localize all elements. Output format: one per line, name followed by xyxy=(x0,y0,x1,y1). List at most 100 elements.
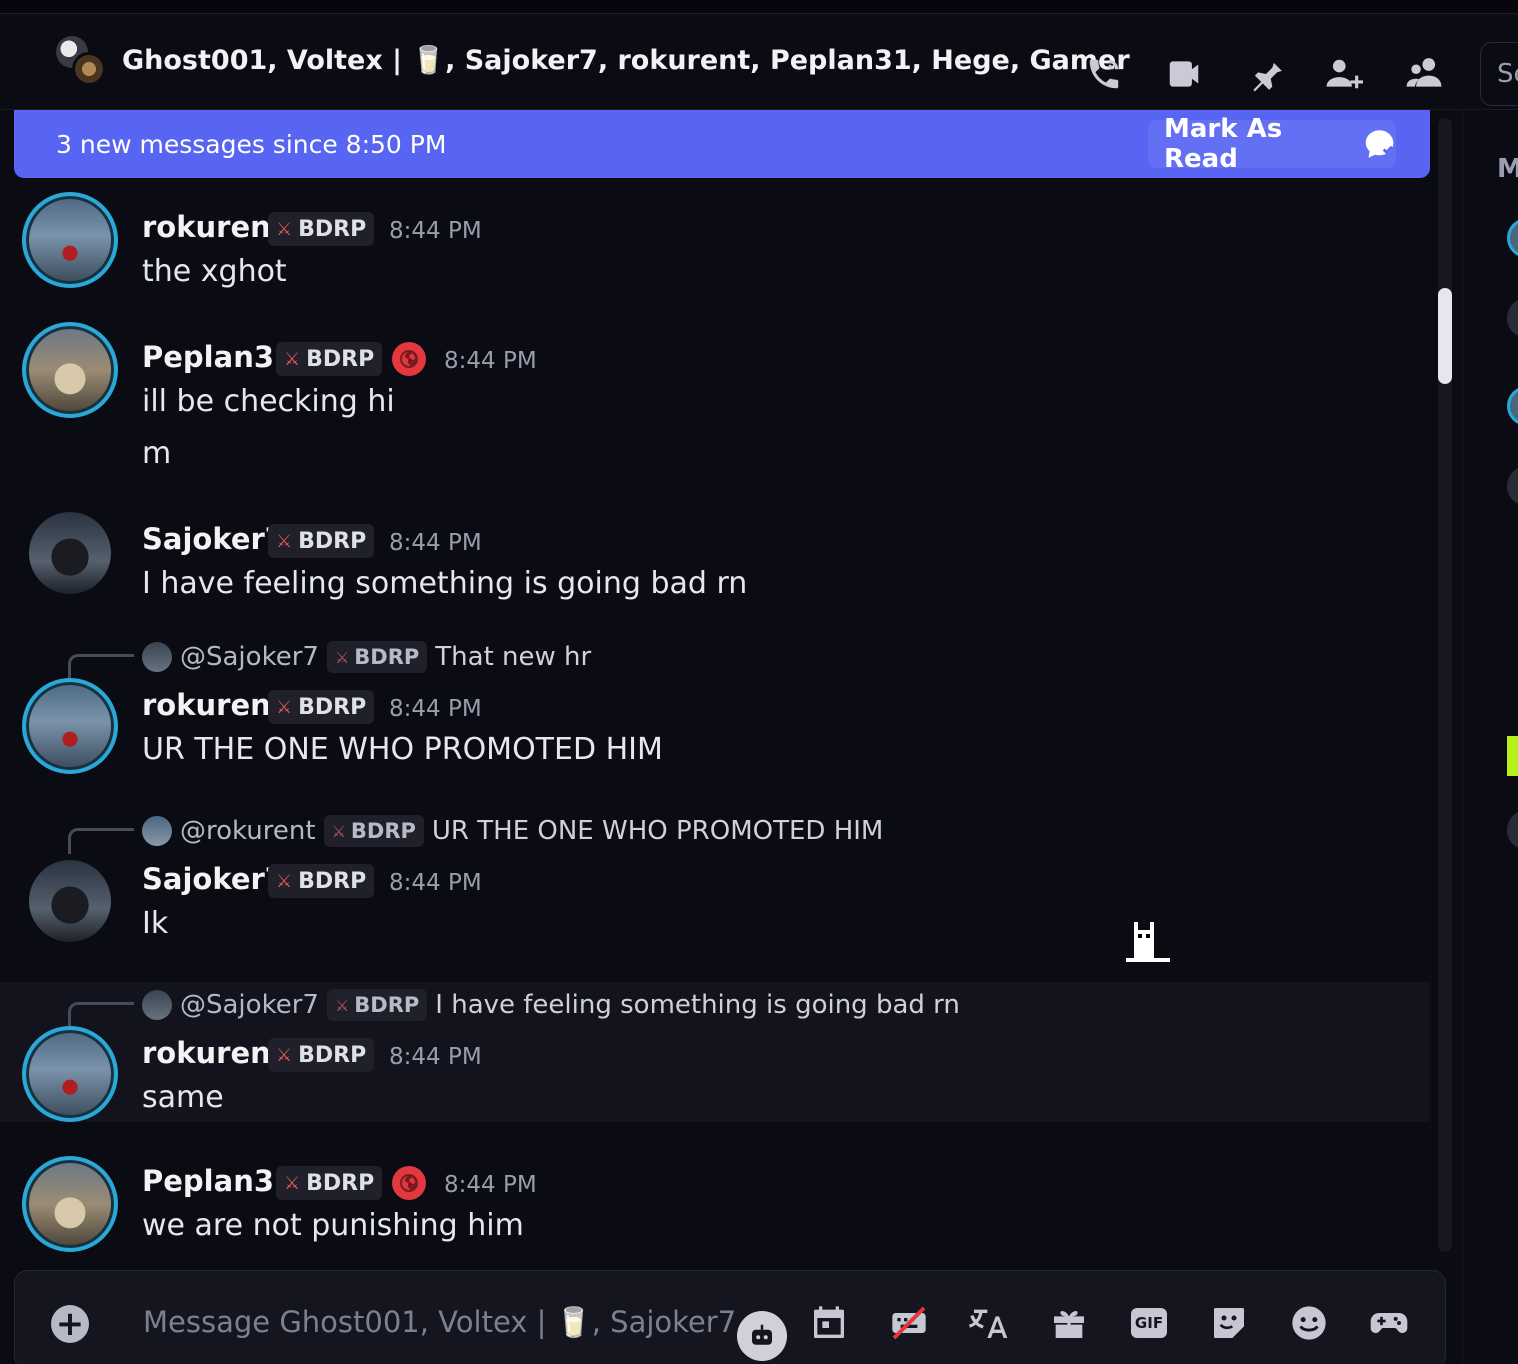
search-input[interactable]: Se xyxy=(1480,42,1518,106)
server-tag-label: BDRP xyxy=(354,993,420,1017)
add-friends-to-dm-icon[interactable] xyxy=(1324,54,1364,94)
globe-badge-icon[interactable] xyxy=(392,1166,426,1200)
reply-preview[interactable]: @Sajoker7 ⚔ BDRP I have feeling something… xyxy=(142,988,960,1022)
member-avatar-highlight[interactable] xyxy=(1507,736,1518,776)
message-timestamp: 8:44 PM xyxy=(389,530,482,556)
message-timestamp: 8:44 PM xyxy=(389,870,482,896)
activities-gamepad-icon[interactable] xyxy=(1367,1301,1411,1345)
sword-icon: ⚔ xyxy=(276,1044,293,1066)
avatar-sajoker7[interactable] xyxy=(29,860,111,942)
mark-as-read-button[interactable]: Mark As Read xyxy=(1148,114,1396,174)
member-avatar[interactable] xyxy=(1507,810,1518,850)
member-avatar[interactable] xyxy=(1507,298,1518,338)
message-author[interactable]: rokurent xyxy=(142,210,285,244)
gif-label: GIF xyxy=(1131,1308,1167,1338)
member-avatar[interactable] xyxy=(1507,218,1518,258)
server-tag-label: BDRP xyxy=(298,528,367,554)
emoji-icon[interactable] xyxy=(1287,1301,1331,1345)
message-timestamp: 8:44 PM xyxy=(444,1172,537,1198)
sword-icon: ⚔ xyxy=(284,1172,301,1194)
keyboard-off-icon[interactable] xyxy=(887,1301,931,1345)
app-bot-icon[interactable] xyxy=(737,1311,787,1361)
message-text-continued: m xyxy=(142,436,172,471)
globe-badge-icon[interactable] xyxy=(392,342,426,376)
server-tag[interactable]: ⚔ BDRP xyxy=(268,524,375,558)
server-tag[interactable]: ⚔ BDRP xyxy=(268,212,375,246)
member-avatar[interactable] xyxy=(1507,386,1518,426)
channel-title[interactable]: Ghost001, Voltex | 🥛, Sajoker7, rokurent… xyxy=(122,44,1130,76)
message-item[interactable]: Sajoker7 ⚔ BDRP 8:44 PM I have feeling so… xyxy=(0,500,1430,610)
message-text: the xghot xyxy=(142,254,287,289)
sword-icon: ⚔ xyxy=(331,821,346,841)
message-text: I have feeling something is going bad rn xyxy=(142,566,748,601)
reply-text: I have feeling something is going bad rn xyxy=(435,990,960,1020)
server-tag[interactable]: ⚔ BDRP xyxy=(276,342,383,376)
message-item[interactable]: rokurent ⚔ BDRP 8:44 PM the xghot xyxy=(0,188,1430,298)
gif-button[interactable]: GIF xyxy=(1127,1301,1171,1345)
reply-server-tag: ⚔ BDRP xyxy=(326,989,428,1021)
message-item[interactable]: @rokurent ⚔ BDRP UR THE ONE WHO PROMOTED … xyxy=(0,808,1430,958)
avatar-sajoker7[interactable] xyxy=(29,512,111,594)
message-timestamp: 8:44 PM xyxy=(389,696,482,722)
pin-icon[interactable] xyxy=(1246,54,1286,94)
message-item[interactable]: Peplan31 ⚔ BDRP 8:44 PM ill be checking h… xyxy=(0,318,1430,478)
mark-as-read-label: Mark As Read xyxy=(1164,114,1283,174)
voice-call-icon[interactable] xyxy=(1084,54,1124,94)
group-avatar-secondary xyxy=(72,52,106,86)
message-composer[interactable]: + Message Ghost001, Voltex | 🥛, Sajoker7… xyxy=(14,1270,1446,1364)
server-tag-label: BDRP xyxy=(298,868,367,894)
message-author[interactable]: Peplan31 xyxy=(142,340,294,374)
avatar-rokurent[interactable] xyxy=(22,192,118,288)
reply-preview[interactable]: @Sajoker7 ⚔ BDRP That new hr xyxy=(142,640,591,674)
member-avatar[interactable] xyxy=(1507,466,1518,506)
attach-plus-button[interactable]: + xyxy=(51,1305,89,1343)
server-tag[interactable]: ⚔ BDRP xyxy=(268,864,375,898)
sword-icon: ⚔ xyxy=(276,696,293,718)
message-timestamp: 8:44 PM xyxy=(444,348,537,374)
server-tag-label: BDRP xyxy=(298,694,367,720)
server-tag[interactable]: ⚔ BDRP xyxy=(276,1166,383,1200)
avatar-rokurent[interactable] xyxy=(22,1026,118,1122)
pixel-cat-icon xyxy=(1126,922,1170,962)
calendar-icon[interactable] xyxy=(807,1301,851,1345)
avatar-rokurent[interactable] xyxy=(22,678,118,774)
server-tag-label: BDRP xyxy=(350,819,416,843)
reply-spine xyxy=(68,1002,134,1028)
message-timestamp: 8:44 PM xyxy=(389,218,482,244)
message-author[interactable]: rokurent xyxy=(142,1036,285,1070)
reply-author[interactable]: @rokurent xyxy=(180,816,316,846)
message-item[interactable]: @Sajoker7 ⚔ BDRP That new hr rokurent ⚔ BD… xyxy=(0,634,1430,784)
channel-header: Ghost001, Voltex | 🥛, Sajoker7, rokurent… xyxy=(0,14,1518,110)
message-item-hovered[interactable]: @Sajoker7 ⚔ BDRP I have feeling something… xyxy=(0,982,1430,1122)
server-tag-label: BDRP xyxy=(306,346,375,372)
reply-author[interactable]: @Sajoker7 xyxy=(180,642,319,672)
sword-icon: ⚔ xyxy=(276,530,293,552)
video-call-icon[interactable] xyxy=(1164,54,1204,94)
window-top-strip xyxy=(0,0,1518,14)
message-text: Ik xyxy=(142,906,169,941)
server-tag-label: BDRP xyxy=(298,1042,367,1068)
message-author[interactable]: Sajoker7 xyxy=(142,862,285,896)
reply-server-tag: ⚔ BDRP xyxy=(326,641,428,673)
message-scrollbar-thumb[interactable] xyxy=(1438,288,1452,384)
message-author[interactable]: Peplan31 xyxy=(142,1164,294,1198)
avatar-peplan31[interactable] xyxy=(22,1156,118,1252)
server-tag-label: BDRP xyxy=(306,1170,375,1196)
reply-spine xyxy=(68,654,134,680)
gift-icon[interactable] xyxy=(1047,1301,1091,1345)
new-messages-banner[interactable]: 3 new messages since 8:50 PM Mark As Rea… xyxy=(14,110,1430,178)
reply-author[interactable]: @Sajoker7 xyxy=(180,990,319,1020)
sticker-icon[interactable] xyxy=(1207,1301,1251,1345)
reply-avatar xyxy=(142,816,172,846)
avatar-peplan31[interactable] xyxy=(22,322,118,418)
reply-server-tag: ⚔ BDRP xyxy=(323,815,424,847)
reply-preview[interactable]: @rokurent ⚔ BDRP UR THE ONE WHO PROMOTED … xyxy=(142,814,883,848)
message-item[interactable]: Peplan31 ⚔ BDRP 8:44 PM we are not punish… xyxy=(0,1152,1430,1262)
server-tag[interactable]: ⚔ BDRP xyxy=(268,690,375,724)
translate-icon[interactable] xyxy=(967,1301,1011,1345)
message-author[interactable]: rokurent xyxy=(142,688,285,722)
message-author[interactable]: Sajoker7 xyxy=(142,522,285,556)
server-tag[interactable]: ⚔ BDRP xyxy=(268,1038,375,1072)
member-list-icon[interactable] xyxy=(1404,54,1444,94)
message-input[interactable]: Message Ghost001, Voltex | 🥛, Sajoker7, … xyxy=(143,1305,743,1340)
